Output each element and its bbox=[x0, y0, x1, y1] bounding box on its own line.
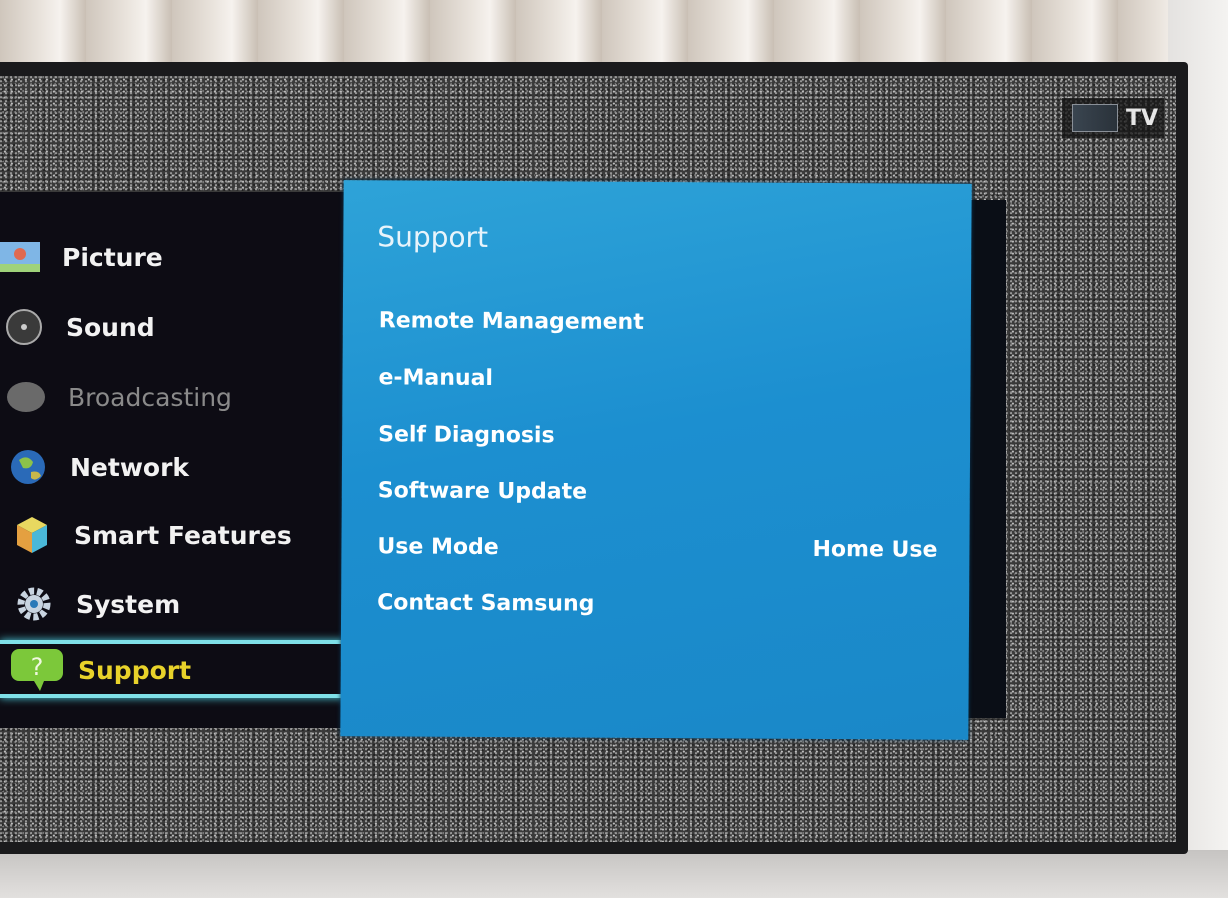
sidebar-item-picture[interactable]: Picture bbox=[0, 232, 163, 282]
sidebar-item-label: Picture bbox=[62, 242, 163, 272]
option-value: Home Use bbox=[812, 536, 938, 563]
sidebar-item-network[interactable]: Network bbox=[8, 442, 189, 492]
tv-source-icon bbox=[1072, 104, 1118, 132]
speaker-icon bbox=[4, 309, 44, 345]
source-badge: TV bbox=[1062, 98, 1164, 138]
sidebar-item-label: Support bbox=[78, 655, 192, 685]
sidebar-item-label: Sound bbox=[66, 312, 155, 342]
option-label: e-Manual bbox=[378, 365, 494, 392]
option-label: Remote Management bbox=[378, 308, 644, 335]
option-label: Software Update bbox=[377, 478, 588, 505]
support-panel: Support Remote Management e-Manual Self … bbox=[340, 180, 972, 740]
option-self-diagnosis[interactable]: Self Diagnosis bbox=[378, 422, 938, 450]
sidebar-item-sound[interactable]: Sound bbox=[4, 302, 155, 352]
option-software-update[interactable]: Software Update bbox=[378, 478, 938, 506]
option-label: Use Mode bbox=[377, 534, 499, 561]
sidebar-item-broadcasting: Broadcasting bbox=[6, 372, 232, 422]
globe-icon bbox=[8, 449, 48, 485]
question-bubble-icon: ? bbox=[10, 649, 64, 691]
cube-icon bbox=[12, 517, 52, 553]
sidebar-item-label: System bbox=[76, 589, 181, 619]
sidebar-item-label: Broadcasting bbox=[68, 382, 232, 412]
option-label: Contact Samsung bbox=[377, 590, 595, 617]
option-remote-management[interactable]: Remote Management bbox=[379, 308, 939, 336]
option-use-mode[interactable]: Use Mode Home Use bbox=[377, 534, 937, 562]
sidebar-item-label: Smart Features bbox=[74, 520, 292, 550]
gear-icon bbox=[14, 586, 54, 622]
tv-stand-table bbox=[0, 850, 1228, 898]
option-e-manual[interactable]: e-Manual bbox=[378, 365, 938, 393]
option-label: Self Diagnosis bbox=[378, 422, 555, 449]
sidebar-item-smart-features[interactable]: Smart Features bbox=[12, 510, 292, 560]
sidebar-item-system[interactable]: System bbox=[14, 579, 180, 629]
sidebar-item-support[interactable]: ? Support bbox=[10, 645, 191, 695]
svg-text:?: ? bbox=[31, 653, 44, 681]
source-label: TV bbox=[1126, 105, 1159, 131]
option-contact-samsung[interactable]: Contact Samsung bbox=[377, 590, 937, 618]
settings-sidebar: Picture Sound Broadcasting Network Smart… bbox=[0, 192, 350, 728]
satellite-dish-icon bbox=[6, 379, 46, 415]
panel-title: Support bbox=[377, 220, 489, 254]
sidebar-item-label: Network bbox=[70, 452, 190, 482]
picture-icon bbox=[0, 239, 40, 275]
